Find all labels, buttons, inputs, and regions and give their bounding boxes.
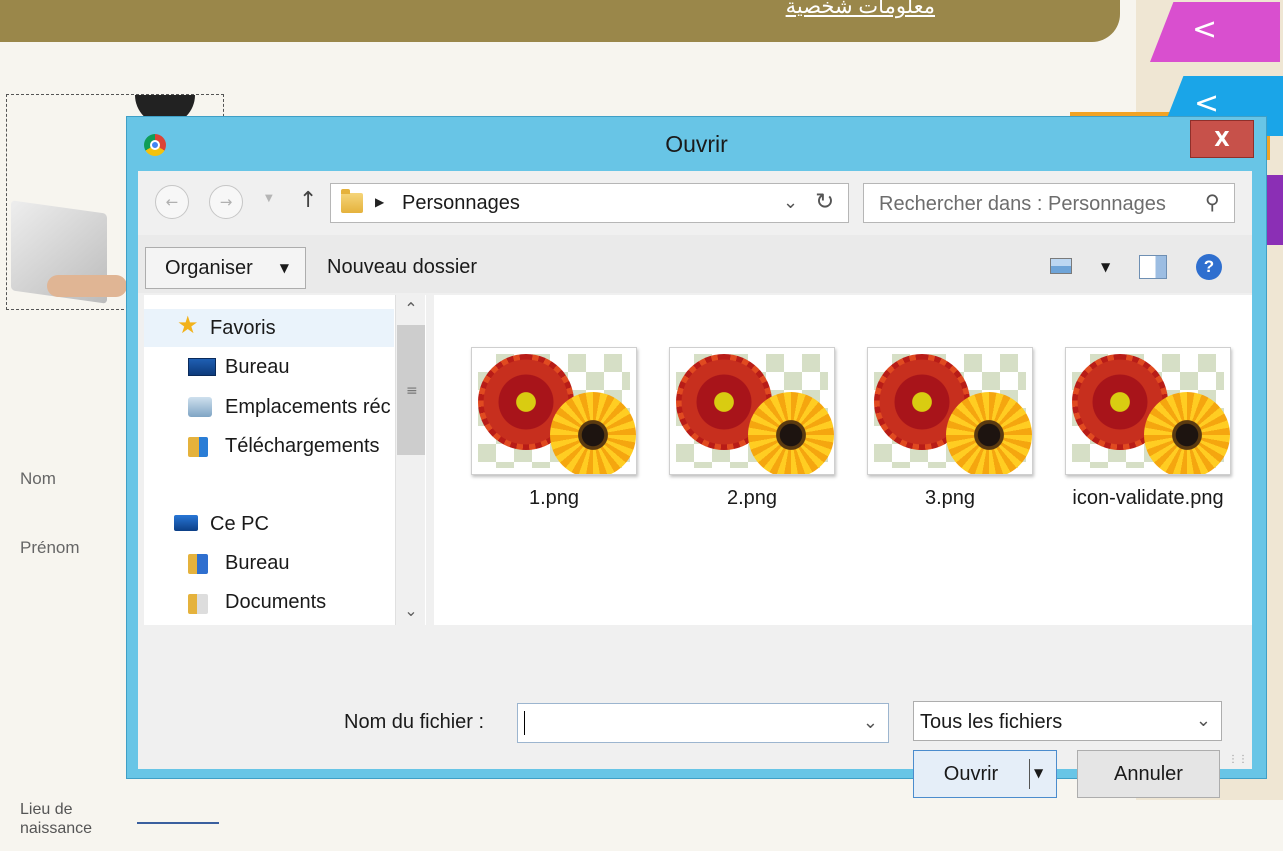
file-name: icon-validate.png (1072, 487, 1224, 509)
nom-label: Nom (20, 469, 56, 488)
lieu-naissance-label: Lieu de naissance (20, 800, 130, 838)
address-bar[interactable]: ▶ Personnages ⌄ ↻ (330, 183, 849, 223)
image-thumbnail (471, 347, 637, 475)
up-arrow-icon[interactable]: ↑ (299, 188, 317, 213)
preview-pane-icon[interactable] (1139, 255, 1167, 279)
page-header-band: معلومات شخصية (0, 0, 1120, 42)
split-separator (1029, 759, 1030, 789)
new-folder-button[interactable]: Nouveau dossier (327, 256, 477, 279)
page-header-title[interactable]: معلومات شخصية (786, 0, 935, 19)
image-thumbnail (1065, 347, 1231, 475)
scrollbar-thumb[interactable]: ≡ (397, 325, 425, 455)
nav-item-ce-pc[interactable]: Ce PC (210, 513, 269, 536)
prenom-label: Prénom (20, 538, 80, 557)
computer-icon (174, 515, 198, 531)
nav-item-emplacements-recents[interactable]: Emplacements réc (225, 396, 393, 419)
forward-arrow-icon[interactable]: → (209, 185, 243, 219)
chevron-down-icon[interactable]: ⌄ (1196, 710, 1211, 731)
close-button[interactable]: X (1190, 120, 1254, 158)
nav-item-favoris[interactable]: Favoris (210, 317, 276, 340)
nav-item-telechargements[interactable]: Téléchargements (225, 435, 393, 458)
hand-image (47, 275, 127, 297)
view-options-icon[interactable] (1050, 258, 1072, 274)
dialog-title: Ouvrir (665, 131, 728, 157)
star-icon: ★ (177, 311, 199, 339)
organiser-button[interactable]: Organiser ▼ (145, 247, 306, 289)
open-file-dialog: Ouvrir X ← → ▼ ↑ ▶ Personnages ⌄ ↻ Reche… (126, 116, 1267, 798)
navigation-pane: ★ Favoris Bureau Emplacements réc Téléch… (144, 295, 426, 625)
help-icon[interactable]: ? (1196, 254, 1222, 280)
filename-input[interactable]: ⌄ (517, 703, 889, 743)
yellow-flower-image (1144, 392, 1230, 474)
chevron-down-icon[interactable]: ⌄ (783, 192, 798, 213)
file-item[interactable]: 2.png (662, 347, 842, 510)
scroll-down-icon[interactable]: ⌄ (396, 597, 426, 625)
nav-item-pc-bureau[interactable]: Bureau (225, 552, 290, 575)
open-button-label: Ouvrir (943, 763, 999, 785)
breadcrumb-current-folder[interactable]: Personnages (402, 192, 520, 215)
file-name: 1.png (528, 487, 580, 509)
refresh-icon[interactable]: ↻ (815, 189, 834, 215)
file-item[interactable]: 1.png (464, 347, 644, 510)
file-item[interactable]: 3.png (860, 347, 1040, 510)
organiser-label: Organiser (165, 257, 253, 279)
image-thumbnail (669, 347, 835, 475)
view-dropdown-icon[interactable]: ▼ (1101, 260, 1110, 274)
image-thumbnail (867, 347, 1033, 475)
back-arrow-icon[interactable]: ← (155, 185, 189, 219)
lieu-naissance-input[interactable] (137, 822, 219, 824)
lieu-label-line1: Lieu de (20, 801, 73, 818)
folder-icon (341, 189, 363, 213)
recent-locations-dropdown-icon[interactable]: ▼ (265, 193, 273, 204)
scroll-up-icon[interactable]: ⌃ (396, 295, 426, 323)
yellow-flower-image (748, 392, 834, 474)
search-icon[interactable]: ⚲ (1205, 190, 1220, 214)
recent-places-icon (188, 397, 212, 417)
file-list[interactable]: 1.png 2.png 3.png icon-validate.png (434, 295, 1252, 625)
dialog-titlebar[interactable]: Ouvrir X (127, 117, 1266, 171)
desktop-folder-icon (188, 554, 208, 574)
caret-down-icon: ▼ (279, 261, 289, 275)
file-item[interactable]: icon-validate.png (1058, 347, 1238, 510)
documents-folder-icon (188, 594, 208, 614)
breadcrumb-separator-icon[interactable]: ▶ (375, 195, 384, 209)
nav-item-documents[interactable]: Documents (225, 591, 326, 614)
filetype-select[interactable]: Tous les fichiers ⌄ (913, 701, 1222, 741)
chevron-down-icon[interactable]: ⌄ (863, 712, 878, 733)
filename-label: Nom du fichier : (344, 711, 485, 733)
dialog-toolbar: Organiser ▼ Nouveau dossier ▼ ? (138, 235, 1252, 293)
downloads-folder-icon (188, 437, 208, 457)
grip-icon: ≡ (406, 383, 418, 399)
text-caret (524, 711, 525, 735)
yellow-flower-image (550, 392, 636, 474)
nav-item-bureau[interactable]: Bureau (225, 356, 290, 379)
caret-down-icon[interactable]: ▼ (1034, 766, 1043, 780)
yellow-flower-image (946, 392, 1032, 474)
filetype-value: Tous les fichiers (920, 711, 1063, 733)
open-button[interactable]: Ouvrir ▼ (913, 750, 1057, 798)
cancel-button[interactable]: Annuler (1077, 750, 1220, 798)
desktop-icon (188, 358, 216, 376)
dialog-client-area: ← → ▼ ↑ ▶ Personnages ⌄ ↻ Rechercher dan… (138, 171, 1252, 798)
nav-pane-scrollbar[interactable]: ⌃ ≡ ⌄ (395, 295, 425, 625)
chevron-left-icon: < (1192, 12, 1218, 47)
search-placeholder: Rechercher dans : Personnages (879, 193, 1166, 215)
search-input[interactable]: Rechercher dans : Personnages ⚲ (863, 183, 1235, 223)
resize-grip-icon[interactable]: ⋮⋮ (1228, 754, 1248, 765)
lieu-label-line2: naissance (20, 820, 93, 837)
file-name: 3.png (924, 487, 976, 509)
file-name: 2.png (726, 487, 778, 509)
